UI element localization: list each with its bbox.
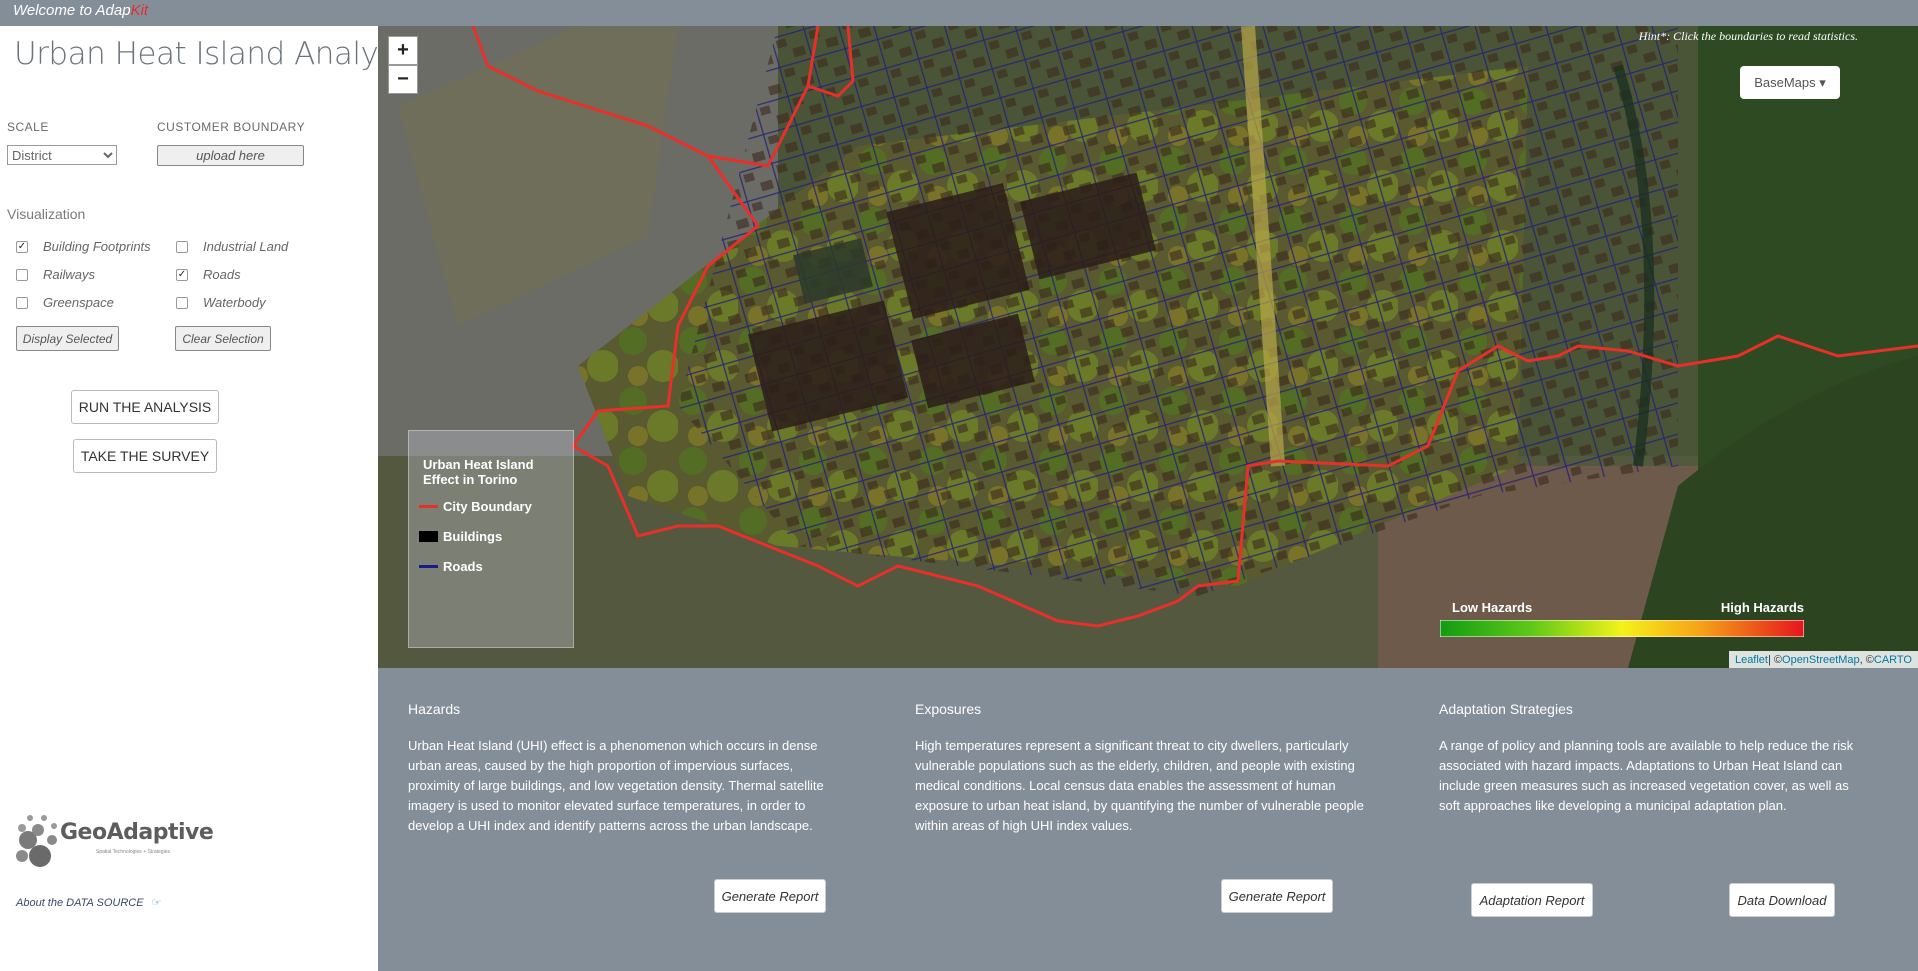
visualization-title: Visualization [7,206,86,222]
high-hazards-label: High Hazards [1720,600,1804,615]
checkbox-icon[interactable] [176,296,188,309]
display-selected-button[interactable]: Display Selected [16,326,119,351]
hazard-gradient-bar [1440,620,1804,637]
upload-button[interactable]: upload here [157,145,304,166]
app-title: Urban Heat Island Analyst [14,36,406,72]
layer-roads[interactable]: ✓ Roads [176,267,241,282]
low-hazards-label: Low Hazards [1452,600,1533,615]
openstreetmap-link[interactable]: OpenStreetMap [1782,654,1860,666]
carto-link[interactable]: CARTO [1874,654,1912,666]
geoadaptive-logo: GeoAdaptive Spatial Technologies + Strat… [14,810,214,876]
map-attribution: Leaflet | © OpenStreetMap, © CARTO [1728,651,1918,668]
layer-label: Building Footprints [43,239,151,254]
clear-selection-button[interactable]: Clear Selection [175,326,271,351]
layer-railways[interactable]: Railways [16,267,95,282]
layer-label: Industrial Land [203,239,289,254]
zoom-in-button[interactable]: + [388,36,418,65]
customer-boundary-label: CUSTOMER BOUNDARY [157,120,306,134]
legend-item-label: Roads [443,559,483,574]
logo-tagline: Spatial Technologies + Strategies [96,849,170,855]
run-analysis-button[interactable]: RUN THE ANALYSIS [71,390,219,424]
top-bar: Welcome to AdapKit [0,0,1918,26]
checkbox-icon[interactable] [16,268,28,281]
welcome-text: Welcome to Adap [13,2,131,19]
scale-label: SCALE [7,120,49,134]
sidebar: Urban Heat Island Analyst SCALE District… [0,26,406,971]
take-survey-button[interactable]: TAKE THE SURVEY [73,439,217,473]
layer-building-footprints[interactable]: ✓ Building Footprints [16,239,151,254]
legend-line-swatch [419,505,438,508]
legend-item-roads: Roads [419,559,483,574]
checkbox-icon[interactable] [16,296,28,309]
checkbox-checked-icon[interactable]: ✓ [16,240,28,253]
info-panels: Hazards Urban Heat Island (UHI) effect i… [378,668,1918,971]
map-hint: Hint*: Click the boundaries to read stat… [1638,29,1858,43]
basemaps-dropdown[interactable]: BaseMaps ▾ [1740,66,1840,99]
exposures-generate-report-button[interactable]: Generate Report [1221,879,1333,913]
satellite-heat-map [378,26,1918,668]
hazards-generate-report-button[interactable]: Generate Report [714,879,826,913]
checkbox-checked-icon[interactable]: ✓ [176,268,188,281]
layer-label: Roads [203,267,241,282]
brand-accent-text: Kit [130,2,149,19]
layer-label: Railways [43,267,96,282]
adaptation-strategies-text: A range of policy and planning tools are… [1439,738,1854,813]
attribution-separator: , © [1859,653,1874,666]
layer-waterbody[interactable]: Waterbody [176,295,266,310]
legend-line-swatch [419,565,438,568]
zoom-out-button[interactable]: − [388,65,418,94]
legend-title: Urban Heat Island Effect in Torino [423,457,534,487]
hazards-text: Urban Heat Island (UHI) effect is a phen… [408,738,824,833]
map-legend: Urban Heat Island Effect in Torino City … [408,430,574,648]
checkbox-icon[interactable] [176,240,188,253]
legend-item-label: Buildings [443,529,503,544]
scale-select[interactable]: District [7,145,117,165]
layer-greenspace[interactable]: Greenspace [16,295,114,310]
leaflet-link[interactable]: Leaflet [1735,654,1768,666]
pointing-hand-icon: ☞ [151,897,162,909]
about-data-source-link[interactable]: About the DATA SOURCE ☞ [16,896,161,909]
legend-item-label: City Boundary [443,499,532,514]
logo-name: GeoAdaptive [60,820,214,845]
legend-item-city-boundary: City Boundary [419,499,532,514]
logo-dots-icon [16,815,57,867]
exposures-text: High temperatures represent a significan… [915,738,1364,833]
attribution-separator: | © [1767,653,1783,666]
adaptation-strategies-title: Adaptation Strategies [1439,701,1573,717]
legend-item-buildings: Buildings [419,529,502,544]
legend-fill-swatch [419,531,438,542]
data-download-button[interactable]: Data Download [1729,883,1835,917]
layer-label: Greenspace [43,295,114,310]
about-label: About the DATA SOURCE [16,897,144,909]
layer-label: Waterbody [203,295,266,310]
map-view[interactable]: + − Hint*: Click the boundaries to read … [378,26,1918,668]
layer-industrial-land[interactable]: Industrial Land [176,239,288,254]
hazards-title: Hazards [408,701,461,717]
exposures-title: Exposures [915,701,982,717]
adaptation-report-button[interactable]: Adaptation Report [1471,883,1593,917]
